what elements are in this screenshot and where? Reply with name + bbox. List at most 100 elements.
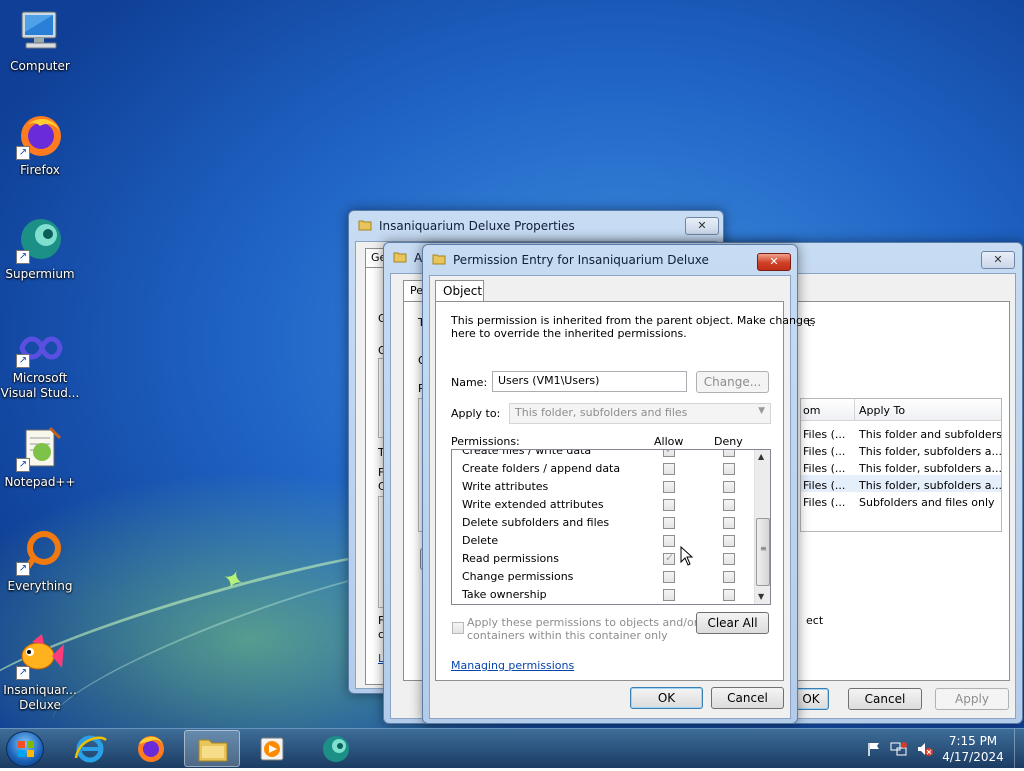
deny-column-header: Deny bbox=[714, 435, 743, 448]
allow-checkbox[interactable] bbox=[663, 589, 675, 601]
desktop-icon-everything[interactable]: ↗ Everything bbox=[0, 528, 80, 594]
desktop-icon-supermium[interactable]: ↗ Supermium bbox=[0, 216, 80, 282]
taskbar: 7:15 PM 4/17/2024 bbox=[0, 728, 1024, 769]
scroll-up-icon[interactable]: ▲ bbox=[758, 452, 764, 461]
cancel-button[interactable]: Cancel bbox=[711, 687, 784, 709]
allow-checkbox[interactable] bbox=[663, 499, 675, 511]
deny-checkbox[interactable] bbox=[723, 589, 735, 601]
partial-text: ect bbox=[806, 614, 824, 627]
column-header-from[interactable]: om bbox=[803, 404, 820, 417]
desktop-icon-label: Supermium bbox=[5, 267, 75, 281]
cancel-button[interactable]: Cancel bbox=[848, 688, 922, 710]
allow-checkbox[interactable] bbox=[663, 535, 675, 547]
permission-row: Delete subfolders and files bbox=[452, 514, 755, 532]
permission-name: Delete bbox=[462, 534, 499, 547]
allow-checkbox[interactable] bbox=[663, 481, 675, 493]
cell-apply-to: This folder, subfolders a... bbox=[859, 479, 1001, 492]
ok-button[interactable]: OK bbox=[793, 688, 829, 710]
close-button[interactable]: ✕ bbox=[757, 253, 791, 271]
managing-permissions-link[interactable]: Managing permissions bbox=[451, 659, 574, 672]
folder-icon bbox=[198, 739, 228, 762]
cell-from: Files (... bbox=[803, 496, 846, 509]
permissions-label: Permissions: bbox=[451, 435, 520, 448]
allow-checkbox[interactable] bbox=[663, 450, 675, 457]
windows-logo-icon bbox=[18, 741, 34, 757]
taskbar-media-player[interactable] bbox=[245, 730, 301, 767]
apply-button[interactable]: Apply bbox=[935, 688, 1009, 710]
deny-checkbox[interactable] bbox=[723, 463, 735, 475]
deny-checkbox[interactable] bbox=[723, 571, 735, 583]
volume-muted-icon[interactable] bbox=[916, 741, 934, 757]
column-header-apply-to[interactable]: Apply To bbox=[859, 404, 905, 417]
permissions-list[interactable]: Create files / write data Create folders… bbox=[451, 449, 771, 605]
taskbar-windows-explorer[interactable] bbox=[184, 730, 240, 767]
deny-checkbox[interactable] bbox=[723, 481, 735, 493]
notepad-plus-plus-icon: ↗ bbox=[16, 424, 64, 472]
close-button[interactable]: ✕ bbox=[685, 217, 719, 235]
permission-name: Change permissions bbox=[462, 570, 574, 583]
name-value: Users (VM1\Users) bbox=[498, 374, 600, 387]
allow-checkbox[interactable] bbox=[663, 463, 675, 475]
mouse-pointer-icon bbox=[680, 546, 694, 566]
tab-object[interactable]: Object bbox=[435, 280, 484, 302]
shortcut-arrow-icon: ↗ bbox=[16, 562, 30, 576]
permission-row: Create files / write data bbox=[452, 450, 755, 460]
scroll-down-icon[interactable]: ▼ bbox=[758, 592, 764, 601]
grip-icon: ≡ bbox=[760, 544, 767, 553]
deny-checkbox[interactable] bbox=[723, 535, 735, 547]
supermium-icon bbox=[323, 736, 349, 762]
allow-checkbox[interactable] bbox=[663, 551, 675, 565]
clock-date[interactable]: 4/17/2024 bbox=[938, 750, 1008, 764]
apply-to-select[interactable]: This folder, subfolders and files ▼ bbox=[509, 403, 771, 424]
firefox-icon bbox=[138, 736, 164, 762]
window-title: Insaniquarium Deluxe Properties bbox=[379, 219, 575, 233]
desktop-icon-label: Microsoft bbox=[12, 371, 68, 385]
window-titlebar[interactable]: Permission Entry for Insaniquarium Delux… bbox=[423, 245, 797, 275]
table-row[interactable]: Files (... This folder and subfolders bbox=[801, 424, 1001, 441]
cell-from: Files (... bbox=[803, 428, 846, 441]
table-row[interactable]: Files (... This folder, subfolders a... bbox=[801, 458, 1001, 475]
deny-checkbox[interactable] bbox=[723, 553, 735, 565]
desktop-icon-insaniquarium[interactable]: ↗ Insaniquar... Deluxe bbox=[0, 632, 80, 713]
window-titlebar[interactable]: Insaniquarium Deluxe Properties bbox=[349, 211, 723, 241]
clear-all-button[interactable]: Clear All bbox=[696, 612, 769, 634]
deny-checkbox[interactable] bbox=[723, 517, 735, 529]
apply-to-value: This folder, subfolders and files bbox=[515, 406, 688, 419]
desktop-icon-visual-studio[interactable]: ↗ Microsoft Visual Stud... bbox=[0, 328, 80, 401]
everything-icon: ↗ bbox=[16, 528, 64, 576]
action-center-flag-icon[interactable] bbox=[866, 741, 882, 757]
allow-checkbox[interactable] bbox=[663, 517, 675, 529]
desktop-icon-label: Deluxe bbox=[19, 698, 61, 712]
allow-checkbox[interactable] bbox=[663, 571, 675, 583]
deny-checkbox[interactable] bbox=[723, 450, 735, 457]
folder-icon bbox=[358, 220, 372, 231]
cell-apply-to: Subfolders and files only bbox=[859, 496, 995, 509]
deny-checkbox[interactable] bbox=[723, 499, 735, 511]
ok-button[interactable]: OK bbox=[630, 687, 703, 709]
table-row[interactable]: Files (... This folder, subfolders a... bbox=[801, 475, 1001, 492]
show-desktop-button[interactable] bbox=[1014, 729, 1024, 769]
table-row[interactable]: Files (... This folder, subfolders a... bbox=[801, 441, 1001, 458]
scroll-thumb[interactable]: ≡ bbox=[756, 518, 770, 586]
change-button[interactable]: Change... bbox=[696, 371, 769, 393]
table-row[interactable]: Files (... Subfolders and files only bbox=[801, 492, 1001, 509]
start-button[interactable] bbox=[6, 731, 44, 767]
supermium-icon: ↗ bbox=[16, 216, 64, 264]
permission-entries-list[interactable]: om Apply To Files (... This folder and su… bbox=[800, 398, 1002, 532]
permission-row: Change permissions bbox=[452, 568, 755, 586]
cell-from: Files (... bbox=[803, 479, 846, 492]
apply-to-children-checkbox[interactable] bbox=[452, 622, 464, 634]
taskbar-internet-explorer[interactable] bbox=[62, 730, 118, 767]
clock-time[interactable]: 7:15 PM bbox=[938, 734, 1008, 748]
cell-apply-to: This folder, subfolders a... bbox=[859, 462, 1001, 475]
desktop-icon-notepad-plus-plus[interactable]: ↗ Notepad++ bbox=[0, 424, 80, 490]
taskbar-firefox[interactable] bbox=[123, 730, 179, 767]
list-header: om Apply To bbox=[801, 399, 1001, 421]
taskbar-supermium[interactable] bbox=[308, 730, 364, 767]
desktop-icon-computer[interactable]: Computer bbox=[0, 8, 80, 74]
permission-name: Read permissions bbox=[462, 552, 559, 565]
permissions-scrollbar[interactable]: ▲ ≡ ▼ bbox=[754, 450, 770, 604]
close-button[interactable]: ✕ bbox=[981, 251, 1015, 269]
network-icon[interactable] bbox=[890, 741, 908, 757]
desktop-icon-firefox[interactable]: ↗ Firefox bbox=[0, 112, 80, 178]
